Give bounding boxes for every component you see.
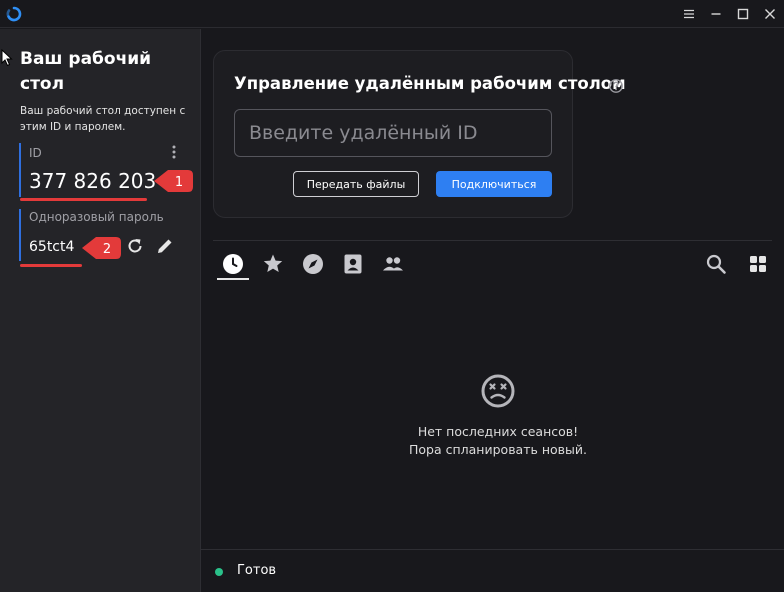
connect-button[interactable]: Подключиться [436, 171, 552, 197]
password-label: Одноразовый пароль [29, 210, 164, 224]
minimize-icon[interactable] [708, 6, 724, 22]
annotation-callout-1: 1 [154, 170, 193, 192]
refresh-password-icon[interactable] [125, 236, 145, 256]
remote-control-title: Управление удалённым рабочим столом [234, 74, 626, 93]
empty-state-line-2: Пора спланировать новый. [409, 442, 587, 457]
sidebar-title: Ваш рабочий стол [20, 49, 152, 94]
id-label: ID [29, 146, 42, 160]
close-icon[interactable] [762, 6, 778, 22]
maximize-icon[interactable] [735, 6, 751, 22]
remote-control-card: Управление удалённым рабочим столом Пере… [213, 50, 626, 218]
title-bar [0, 0, 784, 28]
transfer-files-button[interactable]: Передать файлы [293, 171, 419, 197]
id-accent-bar [19, 143, 21, 197]
tab-group-people-icon[interactable] [381, 252, 405, 276]
annotation-number-2: 2 [103, 242, 111, 257]
active-tab-indicator [217, 278, 249, 280]
annotation-callout-2: 2 [82, 237, 121, 259]
id-highlight-underline [20, 198, 147, 201]
help-icon[interactable] [608, 78, 624, 94]
hamburger-menu-icon[interactable] [681, 6, 697, 22]
edit-password-icon[interactable] [155, 236, 175, 256]
remote-id-input[interactable] [234, 109, 552, 157]
app-logo-icon [6, 6, 22, 22]
mouse-cursor-icon [1, 49, 13, 67]
search-icon[interactable] [704, 252, 728, 276]
password-value[interactable]: 65tct4 [29, 239, 74, 255]
sad-face-icon [481, 374, 515, 408]
annotation-number-1: 1 [175, 175, 183, 190]
status-text: Готов [237, 563, 277, 578]
password-accent-bar [19, 209, 21, 261]
empty-state-line-1: Нет последних сеансов! [417, 424, 579, 439]
status-bar: Готов [201, 549, 784, 592]
tab-address-book-contact-icon[interactable] [341, 252, 365, 276]
tab-discovered-compass-icon[interactable] [301, 252, 325, 276]
id-value[interactable]: 377 826 203 [29, 169, 156, 193]
section-divider [213, 240, 772, 241]
sidebar-description: Ваш рабочий стол доступен с этим ID и па… [20, 105, 186, 133]
more-options-icon[interactable] [166, 144, 182, 160]
password-highlight-underline [20, 264, 82, 267]
status-indicator-dot [215, 568, 223, 576]
tab-recent-clock-icon[interactable] [221, 252, 245, 276]
tab-favorites-star-icon[interactable] [261, 252, 285, 276]
grid-view-icon[interactable] [746, 252, 770, 276]
